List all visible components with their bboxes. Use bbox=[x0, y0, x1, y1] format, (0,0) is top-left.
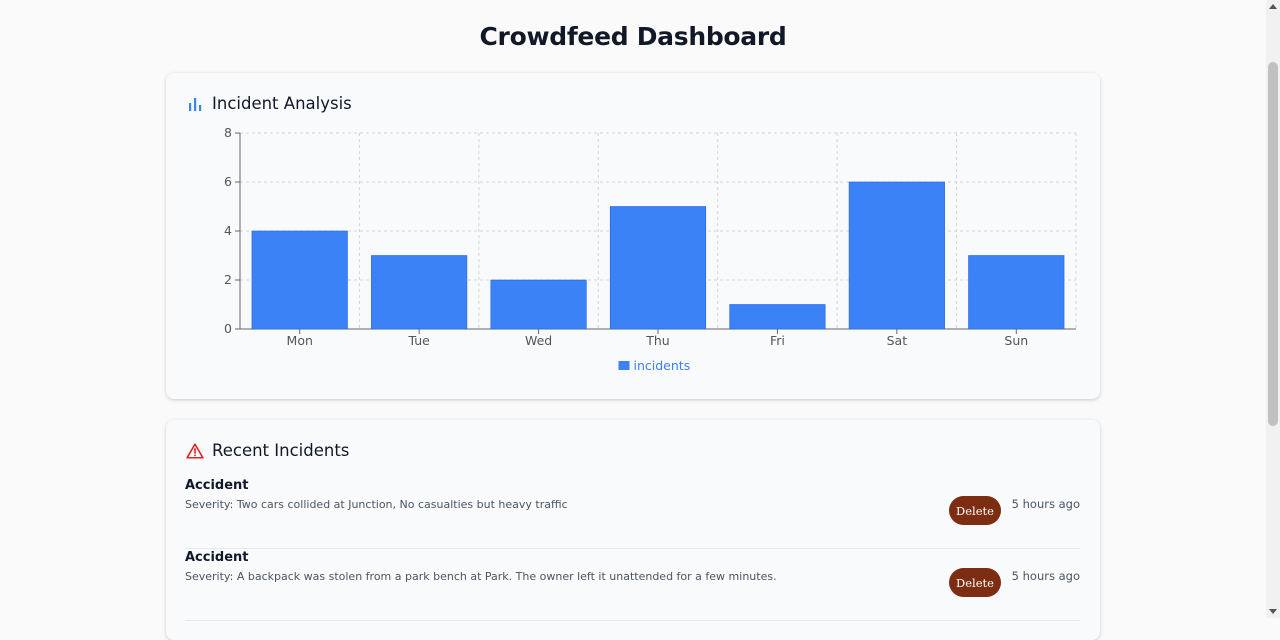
incident-row: Accident Severity: Two cars collided at … bbox=[185, 478, 1080, 549]
bar bbox=[371, 255, 468, 330]
bar bbox=[251, 230, 348, 330]
x-tick-label: Mon bbox=[287, 333, 313, 348]
incident-time: 5 hours ago bbox=[1011, 497, 1080, 511]
incident-row: Accident Severity: A backpack was stolen… bbox=[185, 550, 1080, 621]
vertical-scrollbar[interactable] bbox=[1266, 0, 1280, 618]
x-tick-label: Wed bbox=[525, 333, 552, 348]
recent-incidents-title: Recent Incidents bbox=[212, 441, 350, 460]
x-tick-label: Sat bbox=[887, 333, 908, 348]
incident-description: Severity: Two cars collided at Junction,… bbox=[185, 498, 568, 511]
incident-analysis-card: Incident Analysis 0 2 4 6 8 Mon Tue Wed Thu Fri Sa… bbox=[166, 73, 1100, 399]
y-tick-label: 8 bbox=[224, 125, 232, 140]
scroll-thumb[interactable] bbox=[1268, 62, 1278, 426]
delete-button[interactable]: Delete bbox=[949, 568, 1001, 597]
scroll-up-arrow-icon[interactable] bbox=[1269, 4, 1277, 9]
incident-bar-chart: 0 2 4 6 8 Mon Tue Wed Thu Fri Sat Sun incidents bbox=[224, 125, 1077, 373]
bar bbox=[609, 206, 707, 330]
incident-description: Severity: A backpack was stolen from a p… bbox=[185, 570, 777, 583]
recent-incidents-header: Recent Incidents bbox=[186, 441, 349, 460]
incident-title: Accident bbox=[185, 550, 249, 565]
x-tick-label: Tue bbox=[407, 333, 430, 348]
page-title: Crowdfeed Dashboard bbox=[479, 22, 787, 51]
legend-swatch bbox=[618, 361, 630, 370]
bar bbox=[848, 181, 945, 330]
y-tick-label: 6 bbox=[224, 174, 232, 189]
x-tick-label: Sun bbox=[1004, 333, 1028, 348]
bar bbox=[968, 255, 1065, 330]
y-tick-label: 2 bbox=[224, 272, 232, 287]
bar bbox=[729, 304, 826, 330]
y-tick-label: 4 bbox=[224, 223, 232, 238]
incident-list: Accident Severity: Two cars collided at … bbox=[185, 478, 1080, 621]
incident-title: Accident bbox=[185, 478, 249, 493]
y-tick-label: 0 bbox=[224, 321, 232, 336]
recent-incidents-card: Recent Incidents Accident Severity: Two … bbox=[166, 420, 1100, 640]
incident-time: 5 hours ago bbox=[1011, 569, 1080, 583]
bar bbox=[490, 279, 587, 330]
scroll-down-arrow-icon[interactable] bbox=[1269, 609, 1277, 614]
x-tick-label: Thu bbox=[645, 333, 669, 348]
legend-label: incidents bbox=[634, 358, 691, 373]
x-tick-label: Fri bbox=[770, 333, 785, 348]
alert-triangle-icon bbox=[186, 442, 204, 460]
delete-button[interactable]: Delete bbox=[949, 496, 1001, 525]
